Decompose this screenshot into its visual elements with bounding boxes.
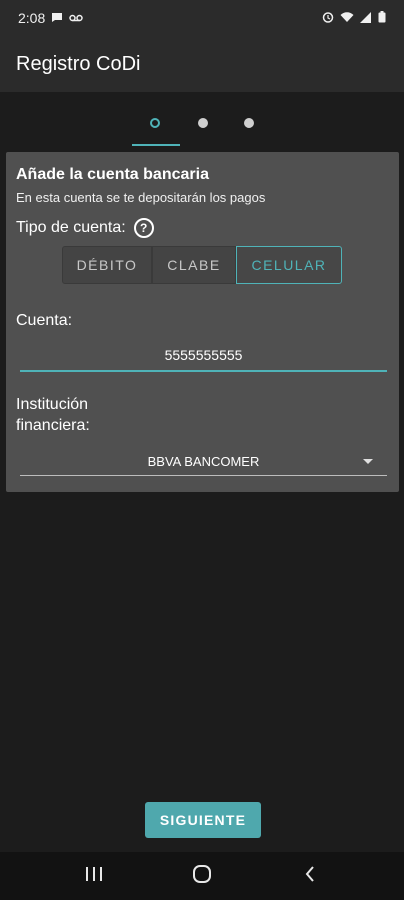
voicemail-icon xyxy=(69,12,83,24)
pager-dot-active[interactable] xyxy=(150,118,160,128)
status-bar: 2:08 xyxy=(0,0,404,36)
pager-dot-2[interactable] xyxy=(198,118,208,128)
type-celular-button[interactable]: CELULAR xyxy=(236,246,342,284)
page-title: Registro CoDi xyxy=(16,52,141,75)
type-clabe-button[interactable]: CLABE xyxy=(152,246,236,284)
account-label: Cuenta: xyxy=(16,312,73,329)
next-button[interactable]: SIGUIENTE xyxy=(145,802,261,838)
pager-dot-3[interactable] xyxy=(244,118,254,128)
account-number-input[interactable] xyxy=(20,340,387,372)
back-icon xyxy=(304,865,316,888)
dropdown-arrow-icon xyxy=(363,459,373,464)
alarm-icon xyxy=(322,11,334,25)
home-icon xyxy=(192,864,212,889)
account-type-label: Tipo de cuenta: xyxy=(16,219,126,236)
battery-icon xyxy=(378,11,386,25)
type-debito-button[interactable]: DÉBITO xyxy=(62,246,152,284)
bank-account-card: Añade la cuenta bancaria En esta cuenta … xyxy=(6,152,399,492)
pager-indicator xyxy=(132,144,180,146)
help-icon[interactable]: ? xyxy=(133,218,154,238)
system-nav-bar xyxy=(0,852,404,900)
card-title: Añade la cuenta bancaria xyxy=(16,166,209,183)
account-type-row: Tipo de cuenta: ? xyxy=(16,218,154,238)
recents-icon xyxy=(85,866,103,887)
wifi-icon xyxy=(340,11,354,25)
app-bar: Registro CoDi xyxy=(0,36,404,92)
home-button[interactable] xyxy=(182,856,222,896)
status-time: 2:08 xyxy=(18,10,46,26)
message-icon xyxy=(51,12,63,25)
card-subtitle: En esta cuenta se te depositarán los pag… xyxy=(16,190,266,205)
help-icon-glyph: ? xyxy=(140,221,148,235)
account-type-toggle: DÉBITO CLABE CELULAR xyxy=(62,246,342,284)
status-right xyxy=(322,11,386,25)
status-left: 2:08 xyxy=(18,10,83,26)
institution-label: Institución financiera: xyxy=(16,396,90,434)
back-button[interactable] xyxy=(290,856,330,896)
recents-button[interactable] xyxy=(74,856,114,896)
step-pager xyxy=(0,108,404,148)
institution-select[interactable]: BBVA BANCOMER xyxy=(20,448,387,476)
institution-selected-value: BBVA BANCOMER xyxy=(147,454,260,469)
signal-icon xyxy=(360,11,372,25)
